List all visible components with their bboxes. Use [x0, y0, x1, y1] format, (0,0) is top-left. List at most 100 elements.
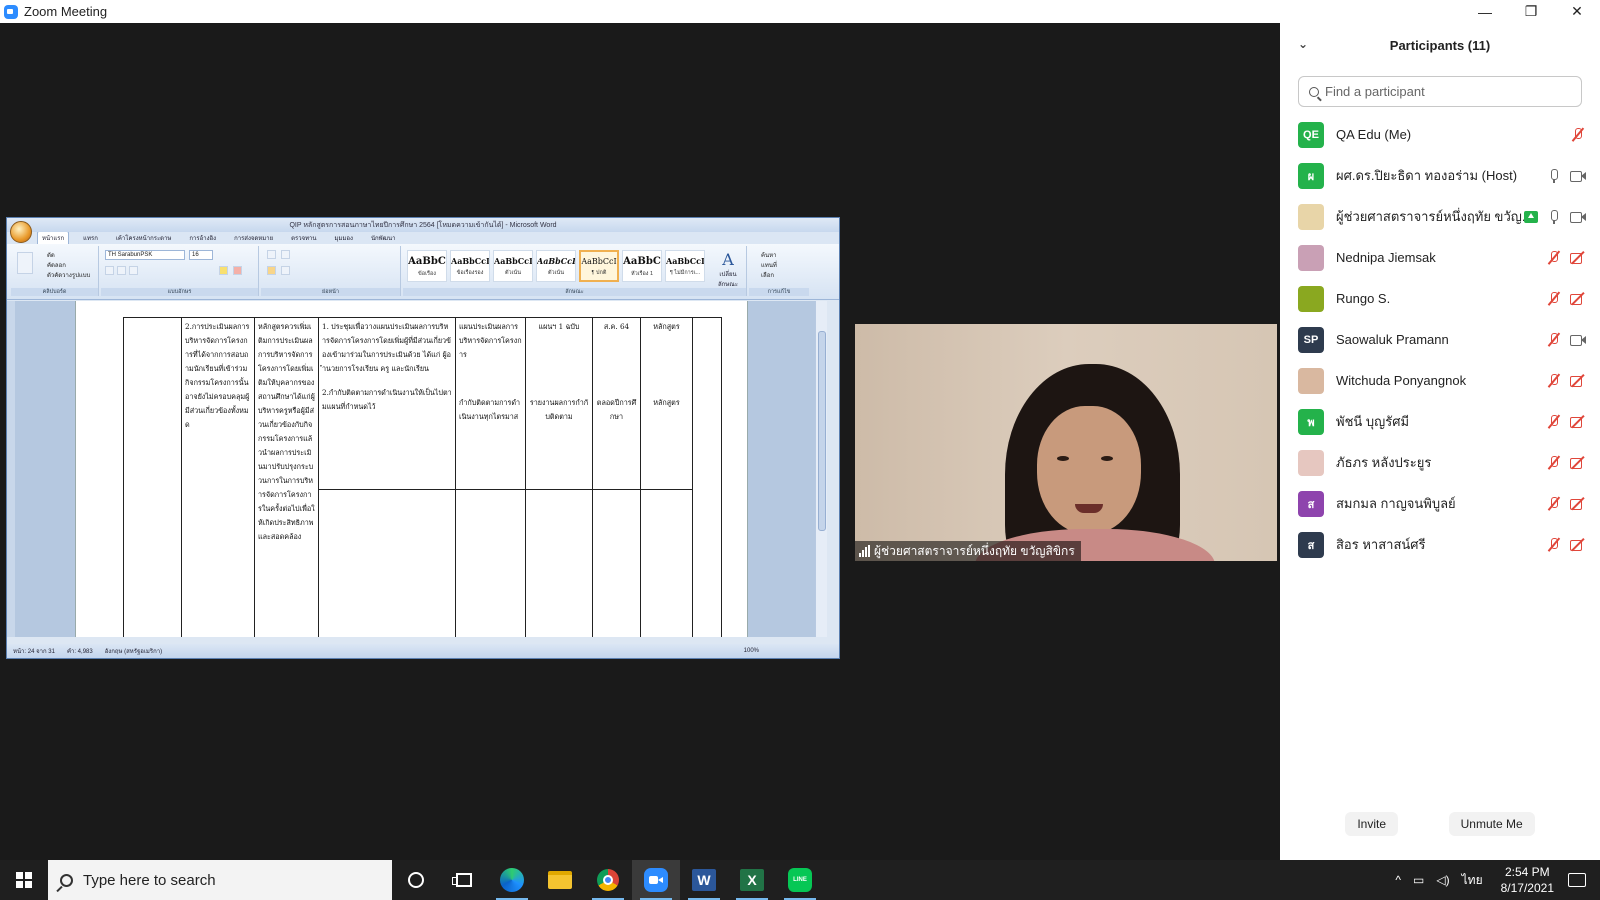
chevron-down-icon[interactable]: ⌄ [1298, 37, 1308, 51]
zoom-app[interactable] [632, 860, 680, 900]
participant-row[interactable]: ส สิอร หาสาสน์ศรี [1280, 524, 1600, 565]
participant-name: สิอร หาสาสน์ศรี [1336, 537, 1426, 552]
participant-row[interactable]: Nednipa Jiemsak [1280, 237, 1600, 278]
cortana-button[interactable] [392, 860, 440, 900]
participant-row[interactable]: ผู้ช่วยศาสตราจารย์หนึ่งฤทัย ขวัญ... [1280, 196, 1600, 237]
chrome-icon [597, 869, 619, 891]
video-off-icon[interactable] [1570, 537, 1586, 552]
group-label: คลิปบอร์ด [11, 288, 98, 296]
mic-muted-icon[interactable] [1546, 496, 1562, 511]
start-button[interactable] [0, 860, 48, 900]
video-icon[interactable] [1570, 209, 1586, 224]
task-view-button[interactable] [440, 860, 488, 900]
shared-screen[interactable]: QIP หลักสูตรการสอนภาษาไทยปีการศึกษา 2564… [6, 217, 840, 659]
line-icon: LINE [788, 868, 812, 892]
video-off-icon[interactable] [1570, 373, 1586, 388]
edge-app[interactable] [488, 860, 536, 900]
mic-muted-icon[interactable] [1546, 291, 1562, 306]
video-off-icon[interactable] [1570, 455, 1586, 470]
participant-row[interactable]: Rungo S. [1280, 278, 1600, 319]
invite-button[interactable]: Invite [1345, 812, 1398, 836]
mic-icon[interactable] [1546, 168, 1562, 183]
minimize-button[interactable]: — [1462, 0, 1508, 23]
word-ribbon: ตัด คัดลอก ตัวคัดวางรูปแบบ คลิปบอร์ด TH … [7, 244, 839, 300]
chevron-up-icon[interactable]: ^ [1395, 873, 1401, 887]
participant-row[interactable]: ผ ผศ.ดร.ปิยะธิดา ทองอร่าม (Host) [1280, 155, 1600, 196]
table-cell: ส.ค. 64 ตลอดปีการศึกษา [592, 317, 641, 490]
video-icon[interactable] [1570, 168, 1586, 183]
input-language[interactable]: ไทย [1462, 871, 1483, 890]
font-color-icon [233, 266, 242, 275]
group-label: การแก้ไข [749, 288, 809, 296]
word-tab: นักพัฒนา [370, 236, 396, 242]
clock[interactable]: 2:54 PM 8/17/2021 [1501, 864, 1554, 896]
table-cell [640, 489, 693, 637]
avatar: ส [1298, 531, 1324, 558]
mic-muted-icon[interactable] [1570, 127, 1586, 142]
participants-panel: ⌄ Participants (11) QE QA Edu (Me) ผ ผศ.ดร.… [1280, 23, 1600, 860]
video-tile[interactable]: ผู้ช่วยศาสตราจารย์หนึ่งฤทัย ขวัญสิขิกร [855, 324, 1277, 561]
paste-icon [17, 252, 33, 274]
taskbar-search-text: Type here to search [83, 871, 216, 889]
participant-name: Nednipa Jiemsak [1336, 250, 1436, 265]
avatar [1298, 244, 1324, 271]
video-off-icon[interactable] [1570, 414, 1586, 429]
line-app[interactable]: LINE [776, 860, 824, 900]
table-cell: หลักสูตรควรเพิ่มเติมการประเมินผลการบริหา… [254, 317, 319, 637]
participant-name: QA Edu (Me) [1336, 127, 1412, 142]
participant-name: ผศ.ดร.ปิยะธิดา ทองอร่าม (Host) [1336, 168, 1518, 183]
video-icon[interactable] [1570, 332, 1586, 347]
file-explorer-app[interactable] [536, 860, 584, 900]
mic-muted-icon[interactable] [1546, 332, 1562, 347]
zoom-level: 100% [743, 648, 759, 654]
page-count: หน้า: 24 จาก 31 [13, 649, 55, 655]
mic-muted-icon[interactable] [1546, 455, 1562, 470]
group-label: ลักษณะ [403, 288, 746, 296]
table-cell: 2.การประเมินผลการบริหารจัดการโครงการที่ไ… [181, 317, 255, 637]
mic-muted-icon[interactable] [1546, 537, 1562, 552]
notification-icon[interactable] [1568, 873, 1586, 887]
participant-row[interactable]: พ พัชนี บุญรัศมี [1280, 401, 1600, 442]
participant-row[interactable]: ภัธภร หลังประยูร [1280, 442, 1600, 483]
word-app[interactable]: W [680, 860, 728, 900]
mic-icon[interactable] [1546, 209, 1562, 224]
video-off-icon[interactable] [1570, 496, 1586, 511]
screen-share-icon [1524, 210, 1538, 223]
table-cell [525, 489, 593, 637]
taskbar-search[interactable]: Type here to search [48, 860, 392, 900]
volume-icon[interactable]: ◁) [1436, 873, 1449, 887]
network-icon[interactable]: ▭ [1413, 873, 1424, 887]
participant-row[interactable]: ส สมกมล กาญจนพิบูลย์ [1280, 483, 1600, 524]
table-cell [592, 489, 641, 637]
mic-muted-icon[interactable] [1546, 373, 1562, 388]
maximize-button[interactable]: ❐ [1508, 0, 1554, 23]
mic-muted-icon[interactable] [1546, 414, 1562, 429]
zoom-logo-icon [4, 4, 18, 19]
table-cell: แผนฯ 1 ฉบับ รายงานผลการกำกับติดตาม [525, 317, 593, 490]
group-label: ย่อหน้า [261, 288, 400, 296]
style-item: AaBbCcI ¶ ไม่มีการเ... [665, 250, 705, 282]
participant-list: QE QA Edu (Me) ผ ผศ.ดร.ปิยะธิดา ทองอร่าม (H… [1280, 114, 1600, 565]
unmute-me-button[interactable]: Unmute Me [1448, 812, 1535, 836]
highlight-icon [219, 266, 228, 275]
window-title: Zoom Meeting [24, 4, 108, 19]
participant-search[interactable] [1298, 76, 1582, 107]
panel-footer: Invite Unmute Me [1280, 812, 1600, 836]
select-label: เลือก [761, 273, 774, 279]
excel-app[interactable]: X [728, 860, 776, 900]
participant-name: ผู้ช่วยศาสตราจารย์หนึ่งฤทัย ขวัญ... [1336, 209, 1533, 224]
word-count: คำ: 4,983 [66, 649, 93, 655]
participant-row[interactable]: Witchuda Ponyangnok [1280, 360, 1600, 401]
video-off-icon[interactable] [1570, 250, 1586, 265]
close-button[interactable]: ✕ [1554, 0, 1600, 23]
participant-search-input[interactable] [1325, 84, 1565, 99]
chrome-app[interactable] [584, 860, 632, 900]
table-cell [318, 489, 456, 637]
excel-icon: X [740, 869, 764, 891]
video-off-icon[interactable] [1570, 291, 1586, 306]
participant-row[interactable]: SP Saowaluk Pramann [1280, 319, 1600, 360]
participant-row[interactable]: QE QA Edu (Me) [1280, 114, 1600, 155]
table-cell: หลักสูตร หลักสูตร [640, 317, 693, 490]
word-tab: การส่งจดหมาย [234, 236, 274, 242]
mic-muted-icon[interactable] [1546, 250, 1562, 265]
